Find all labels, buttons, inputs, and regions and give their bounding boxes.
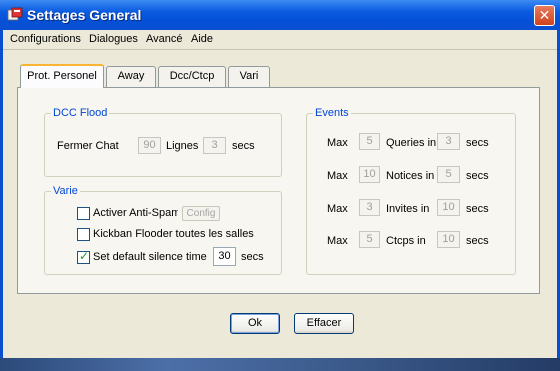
- title-bar[interactable]: Settages General ✕: [0, 0, 560, 31]
- tab-away[interactable]: Away: [106, 66, 156, 87]
- dcc-secs-label: secs: [232, 140, 255, 152]
- dcc-secs-input[interactable]: 3: [203, 137, 226, 154]
- silence-secs-label: secs: [241, 251, 264, 263]
- dcc-flood-label: DCC Flood: [51, 107, 110, 119]
- ctcps-secs-label: secs: [466, 235, 489, 247]
- silence-time-input[interactable]: 30: [213, 247, 236, 266]
- events-label: Events: [313, 107, 351, 119]
- notices-secs-label: secs: [466, 170, 489, 182]
- queries-label: Queries in: [386, 137, 437, 149]
- silence-label: Set default silence time: [93, 251, 207, 263]
- close-button[interactable]: ✕: [534, 5, 555, 26]
- varie-group: Varie Activer Anti-Spam Config Kickban F…: [44, 185, 282, 275]
- ctcps-label: Ctcps in: [386, 235, 426, 247]
- close-icon: ✕: [538, 7, 551, 23]
- menu-avance[interactable]: Avancé: [146, 33, 183, 45]
- tab-prot-personel[interactable]: Prot. Personel: [20, 64, 104, 88]
- settings-window: Settages General ✕ Configurations Dialog…: [0, 0, 560, 371]
- invites-secs-label: secs: [466, 203, 489, 215]
- event-max-label: Max: [327, 170, 348, 182]
- kickban-label: Kickban Flooder toutes les salles: [93, 228, 254, 240]
- fermer-chat-label: Fermer Chat: [57, 140, 119, 152]
- queries-count-input[interactable]: 5: [359, 133, 380, 150]
- notices-count-input[interactable]: 10: [359, 166, 380, 183]
- menu-dialogues[interactable]: Dialogues: [89, 33, 138, 45]
- ctcps-count-input[interactable]: 5: [359, 231, 380, 248]
- notices-secs-input[interactable]: 5: [437, 166, 460, 183]
- checkmark-icon: ✓: [79, 249, 90, 263]
- varie-label: Varie: [51, 185, 80, 197]
- ctcps-secs-input[interactable]: 10: [437, 231, 460, 248]
- antispam-checkbox[interactable]: [77, 207, 90, 220]
- notices-label: Notices in: [386, 170, 435, 182]
- ok-button[interactable]: Ok: [230, 313, 280, 334]
- invites-label: Invites in: [386, 203, 430, 215]
- queries-secs-input[interactable]: 3: [437, 133, 460, 150]
- silence-checkbox[interactable]: ✓: [77, 249, 90, 264]
- invites-secs-input[interactable]: 10: [437, 199, 460, 216]
- dcc-flood-group: DCC Flood Fermer Chat 90 Lignes 3 secs: [44, 107, 282, 177]
- antispam-label: Activer Anti-Spam: [93, 207, 178, 219]
- tab-panel: DCC Flood Fermer Chat 90 Lignes 3 secs V…: [17, 87, 540, 294]
- tab-vari[interactable]: Vari: [228, 66, 270, 87]
- invites-count-input[interactable]: 3: [359, 199, 380, 216]
- window-border-left: [0, 30, 3, 358]
- window-title: Settages General: [27, 7, 142, 23]
- event-max-label: Max: [327, 137, 348, 149]
- menu-configurations[interactable]: Configurations: [10, 33, 81, 45]
- menu-bar: Configurations Dialogues Avancé Aide: [0, 30, 560, 50]
- clear-button[interactable]: Effacer: [294, 313, 354, 334]
- event-max-label: Max: [327, 235, 348, 247]
- events-group: Events Max 5 Queries in 3 secs Max 10 No…: [306, 107, 516, 275]
- kickban-checkbox[interactable]: [77, 228, 90, 241]
- config-button[interactable]: Config: [182, 206, 220, 221]
- tab-dcc-ctcp[interactable]: Dcc/Ctcp: [158, 66, 226, 87]
- app-icon: [7, 7, 23, 21]
- menu-aide[interactable]: Aide: [191, 33, 213, 45]
- queries-secs-label: secs: [466, 137, 489, 149]
- lignes-label: Lignes: [166, 140, 199, 152]
- taskbar-strip: [0, 358, 560, 371]
- event-max-label: Max: [327, 203, 348, 215]
- dcc-lines-input[interactable]: 90: [138, 137, 161, 154]
